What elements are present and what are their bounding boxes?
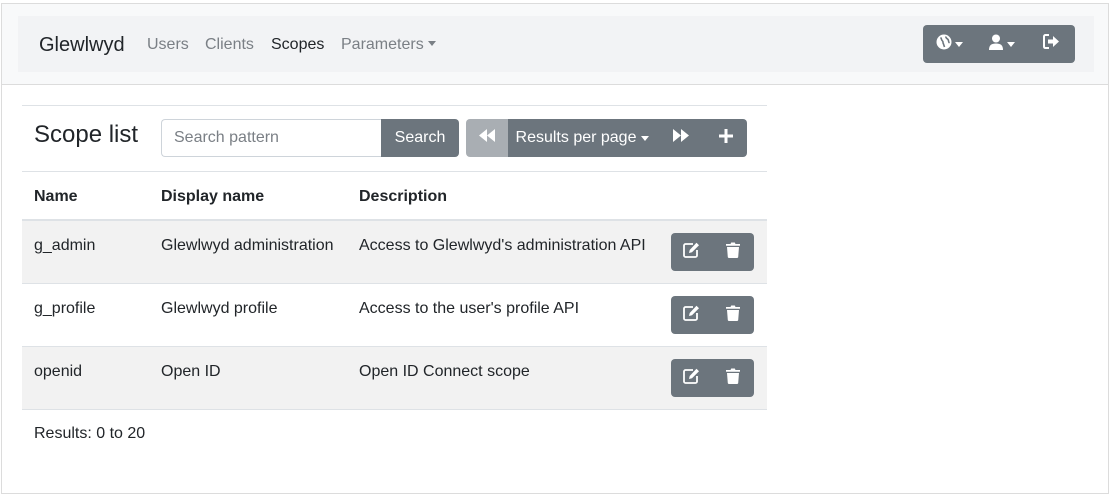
- scope-name: g_profile: [34, 300, 96, 317]
- next-page-icon: [672, 129, 690, 147]
- chevron-down-icon: [427, 41, 436, 46]
- trash-icon: [725, 305, 740, 326]
- nav-clients[interactable]: Clients: [205, 36, 254, 54]
- app-window: Glewlwyd Users Clients Scopes Parameters: [1, 3, 1109, 494]
- first-page-icon: [478, 129, 496, 147]
- globe-icon: [936, 34, 952, 55]
- search-input[interactable]: [161, 119, 382, 157]
- pagination-toolbar: Results per page: [466, 119, 747, 157]
- chevron-down-icon: [641, 135, 650, 141]
- first-page-button[interactable]: [466, 119, 508, 157]
- column-header-name: Name: [34, 188, 78, 205]
- scope-display-name: Glewlwyd profile: [161, 300, 278, 317]
- navbar-inner: Glewlwyd Users Clients Scopes Parameters: [18, 16, 1094, 72]
- user-dropdown-button[interactable]: [975, 25, 1027, 63]
- row-actions: [671, 359, 754, 397]
- table-row: openid Open ID Open ID Connect scope: [22, 347, 767, 410]
- add-scope-button[interactable]: [705, 119, 747, 157]
- row-actions: [671, 233, 754, 271]
- scope-name: openid: [34, 363, 83, 380]
- nav-parameters-dropdown[interactable]: Parameters: [341, 36, 436, 54]
- results-per-page-dropdown[interactable]: Results per page: [508, 119, 657, 157]
- divider: [22, 105, 767, 106]
- chevron-down-icon: [1006, 41, 1015, 47]
- edit-button[interactable]: [671, 233, 712, 271]
- edit-button[interactable]: [671, 359, 712, 397]
- scope-description: Access to Glewlwyd's administration API: [359, 237, 646, 254]
- scope-display-name: Glewlwyd administration: [161, 237, 334, 254]
- user-icon: [988, 34, 1004, 55]
- row-actions: [671, 296, 754, 334]
- delete-button[interactable]: [712, 296, 753, 334]
- sign-out-icon: [1042, 34, 1060, 54]
- results-count: Results: 0 to 20: [34, 425, 146, 442]
- page-title: Scope list: [34, 121, 139, 148]
- nav-parameters-label: Parameters: [341, 36, 424, 53]
- edit-icon: [683, 305, 700, 326]
- delete-button[interactable]: [712, 233, 753, 271]
- edit-icon: [683, 368, 700, 389]
- table-row: g_admin Glewlwyd administration Access t…: [22, 221, 767, 284]
- trash-icon: [725, 242, 740, 263]
- navbar-button-group: [923, 25, 1075, 63]
- scope-description: Open ID Connect scope: [359, 363, 530, 380]
- trash-icon: [725, 368, 740, 389]
- nav-users[interactable]: Users: [147, 36, 189, 54]
- language-dropdown-button[interactable]: [923, 25, 975, 63]
- logout-button[interactable]: [1027, 25, 1075, 63]
- scope-description: Access to the user's profile API: [359, 300, 580, 317]
- edit-button[interactable]: [671, 296, 712, 334]
- edit-icon: [683, 242, 700, 263]
- scope-name: g_admin: [34, 237, 96, 254]
- column-header-display-name: Display name: [161, 188, 265, 205]
- nav-scopes[interactable]: Scopes: [271, 36, 324, 54]
- delete-button[interactable]: [712, 359, 753, 397]
- chevron-down-icon: [954, 41, 963, 47]
- results-per-page-label: Results per page: [515, 129, 637, 146]
- table-row: g_profile Glewlwyd profile Access to the…: [22, 284, 767, 347]
- scope-display-name: Open ID: [161, 363, 221, 380]
- scope-table: Name Display name Description g_admin Gl…: [22, 171, 767, 410]
- next-page-button[interactable]: [657, 119, 705, 157]
- plus-icon: [719, 128, 733, 148]
- navbar: Glewlwyd Users Clients Scopes Parameters: [2, 4, 1108, 85]
- brand-title[interactable]: Glewlwyd: [39, 34, 125, 57]
- table-header: Name Display name Description: [22, 171, 767, 221]
- search-button[interactable]: Search: [381, 119, 459, 157]
- column-header-description: Description: [359, 188, 448, 205]
